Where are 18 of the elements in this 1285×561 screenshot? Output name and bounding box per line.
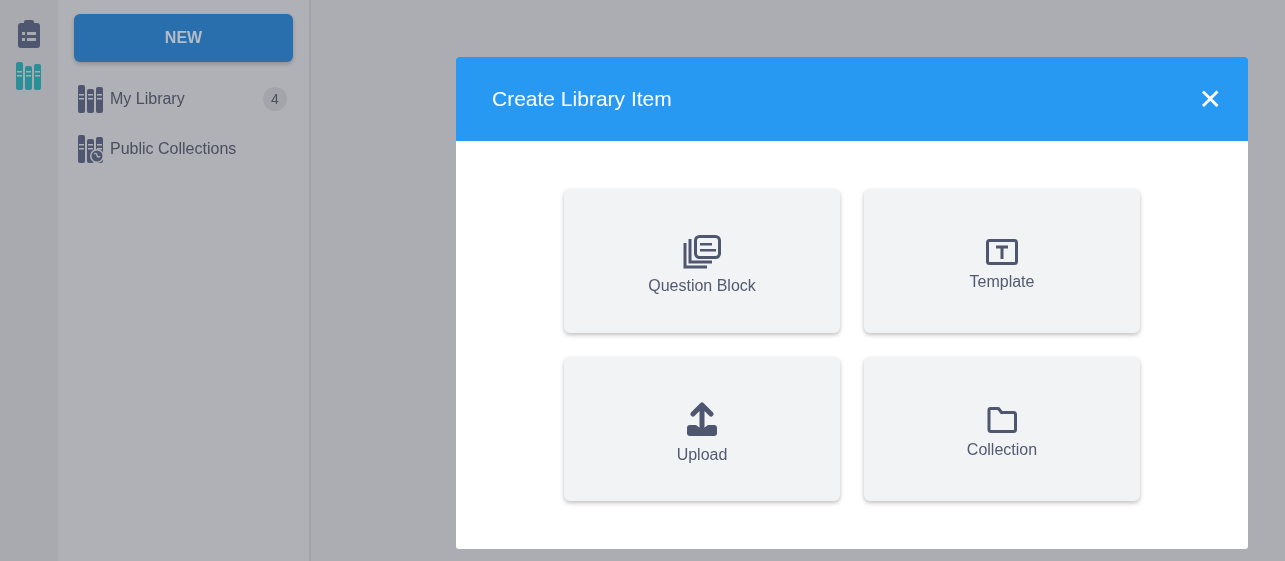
sidebar-item[interactable]: Public Collections — [78, 124, 293, 174]
count-badge: 4 — [263, 87, 287, 111]
sidebar-item[interactable]: My Library 4 — [78, 74, 293, 124]
folder-icon — [987, 406, 1017, 433]
stacked-cards-icon — [682, 234, 722, 269]
clipboard-icon[interactable] — [17, 20, 41, 48]
books-icon — [78, 85, 104, 113]
option-card[interactable]: Upload — [564, 357, 840, 501]
option-card[interactable]: Template — [864, 189, 1140, 333]
sidebar-item-label: Public Collections — [110, 140, 238, 158]
option-card[interactable]: Question Block — [564, 189, 840, 333]
dialog-title: Create Library Item — [492, 87, 672, 111]
books-icon[interactable] — [16, 62, 42, 90]
books-globe-icon — [78, 135, 104, 163]
upload-icon — [685, 401, 719, 438]
sidebar-item-label: My Library — [110, 90, 186, 108]
option-card[interactable]: Collection — [864, 357, 1140, 501]
text-box-icon — [986, 238, 1018, 265]
